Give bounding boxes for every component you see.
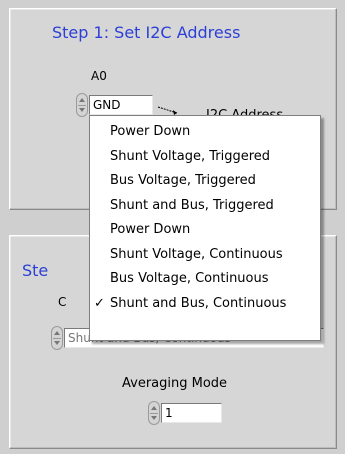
- menu-item-shunt-voltage-triggered[interactable]: Shunt Voltage, Triggered: [90, 145, 320, 170]
- menu-item-bus-voltage-continuous[interactable]: Bus Voltage, Continuous: [90, 267, 320, 292]
- stepper-down-icon[interactable]: [54, 341, 60, 345]
- menu-item-power-down[interactable]: Power Down: [90, 120, 320, 145]
- mode-stepper[interactable]: [51, 326, 63, 350]
- stepper-up-icon[interactable]: [151, 406, 157, 410]
- averaging-stepper[interactable]: [148, 401, 160, 425]
- menu-item-shunt-and-bus-triggered[interactable]: Shunt and Bus, Triggered: [90, 194, 320, 219]
- step2-title: Ste: [22, 261, 49, 280]
- checkmark-icon: ✓: [94, 295, 105, 311]
- stepper-down-icon[interactable]: [151, 416, 157, 420]
- a0-stepper[interactable]: [76, 93, 88, 117]
- averaging-mode-label: Averaging Mode: [122, 376, 228, 391]
- menu-item-shunt-and-bus-continuous[interactable]: ✓ Shunt and Bus, Continuous: [90, 292, 320, 317]
- stepper-up-icon[interactable]: [54, 331, 60, 335]
- menu-item-shunt-voltage-continuous[interactable]: Shunt Voltage, Continuous: [90, 243, 320, 268]
- menu-item-bus-voltage-triggered[interactable]: Bus Voltage, Triggered: [90, 169, 320, 194]
- stepper-down-icon[interactable]: [79, 108, 85, 112]
- menu-item-power-down-2[interactable]: Power Down: [90, 218, 320, 243]
- a0-value-field[interactable]: GND: [89, 95, 153, 115]
- averaging-value-field[interactable]: 1: [161, 403, 222, 423]
- a0-label: A0: [91, 69, 107, 83]
- operating-mode-label: C: [58, 295, 67, 309]
- step1-title: Step 1: Set I2C Address: [52, 23, 241, 42]
- operating-mode-dropdown[interactable]: Power Down Shunt Voltage, Triggered Bus …: [89, 115, 321, 341]
- stepper-up-icon[interactable]: [79, 98, 85, 102]
